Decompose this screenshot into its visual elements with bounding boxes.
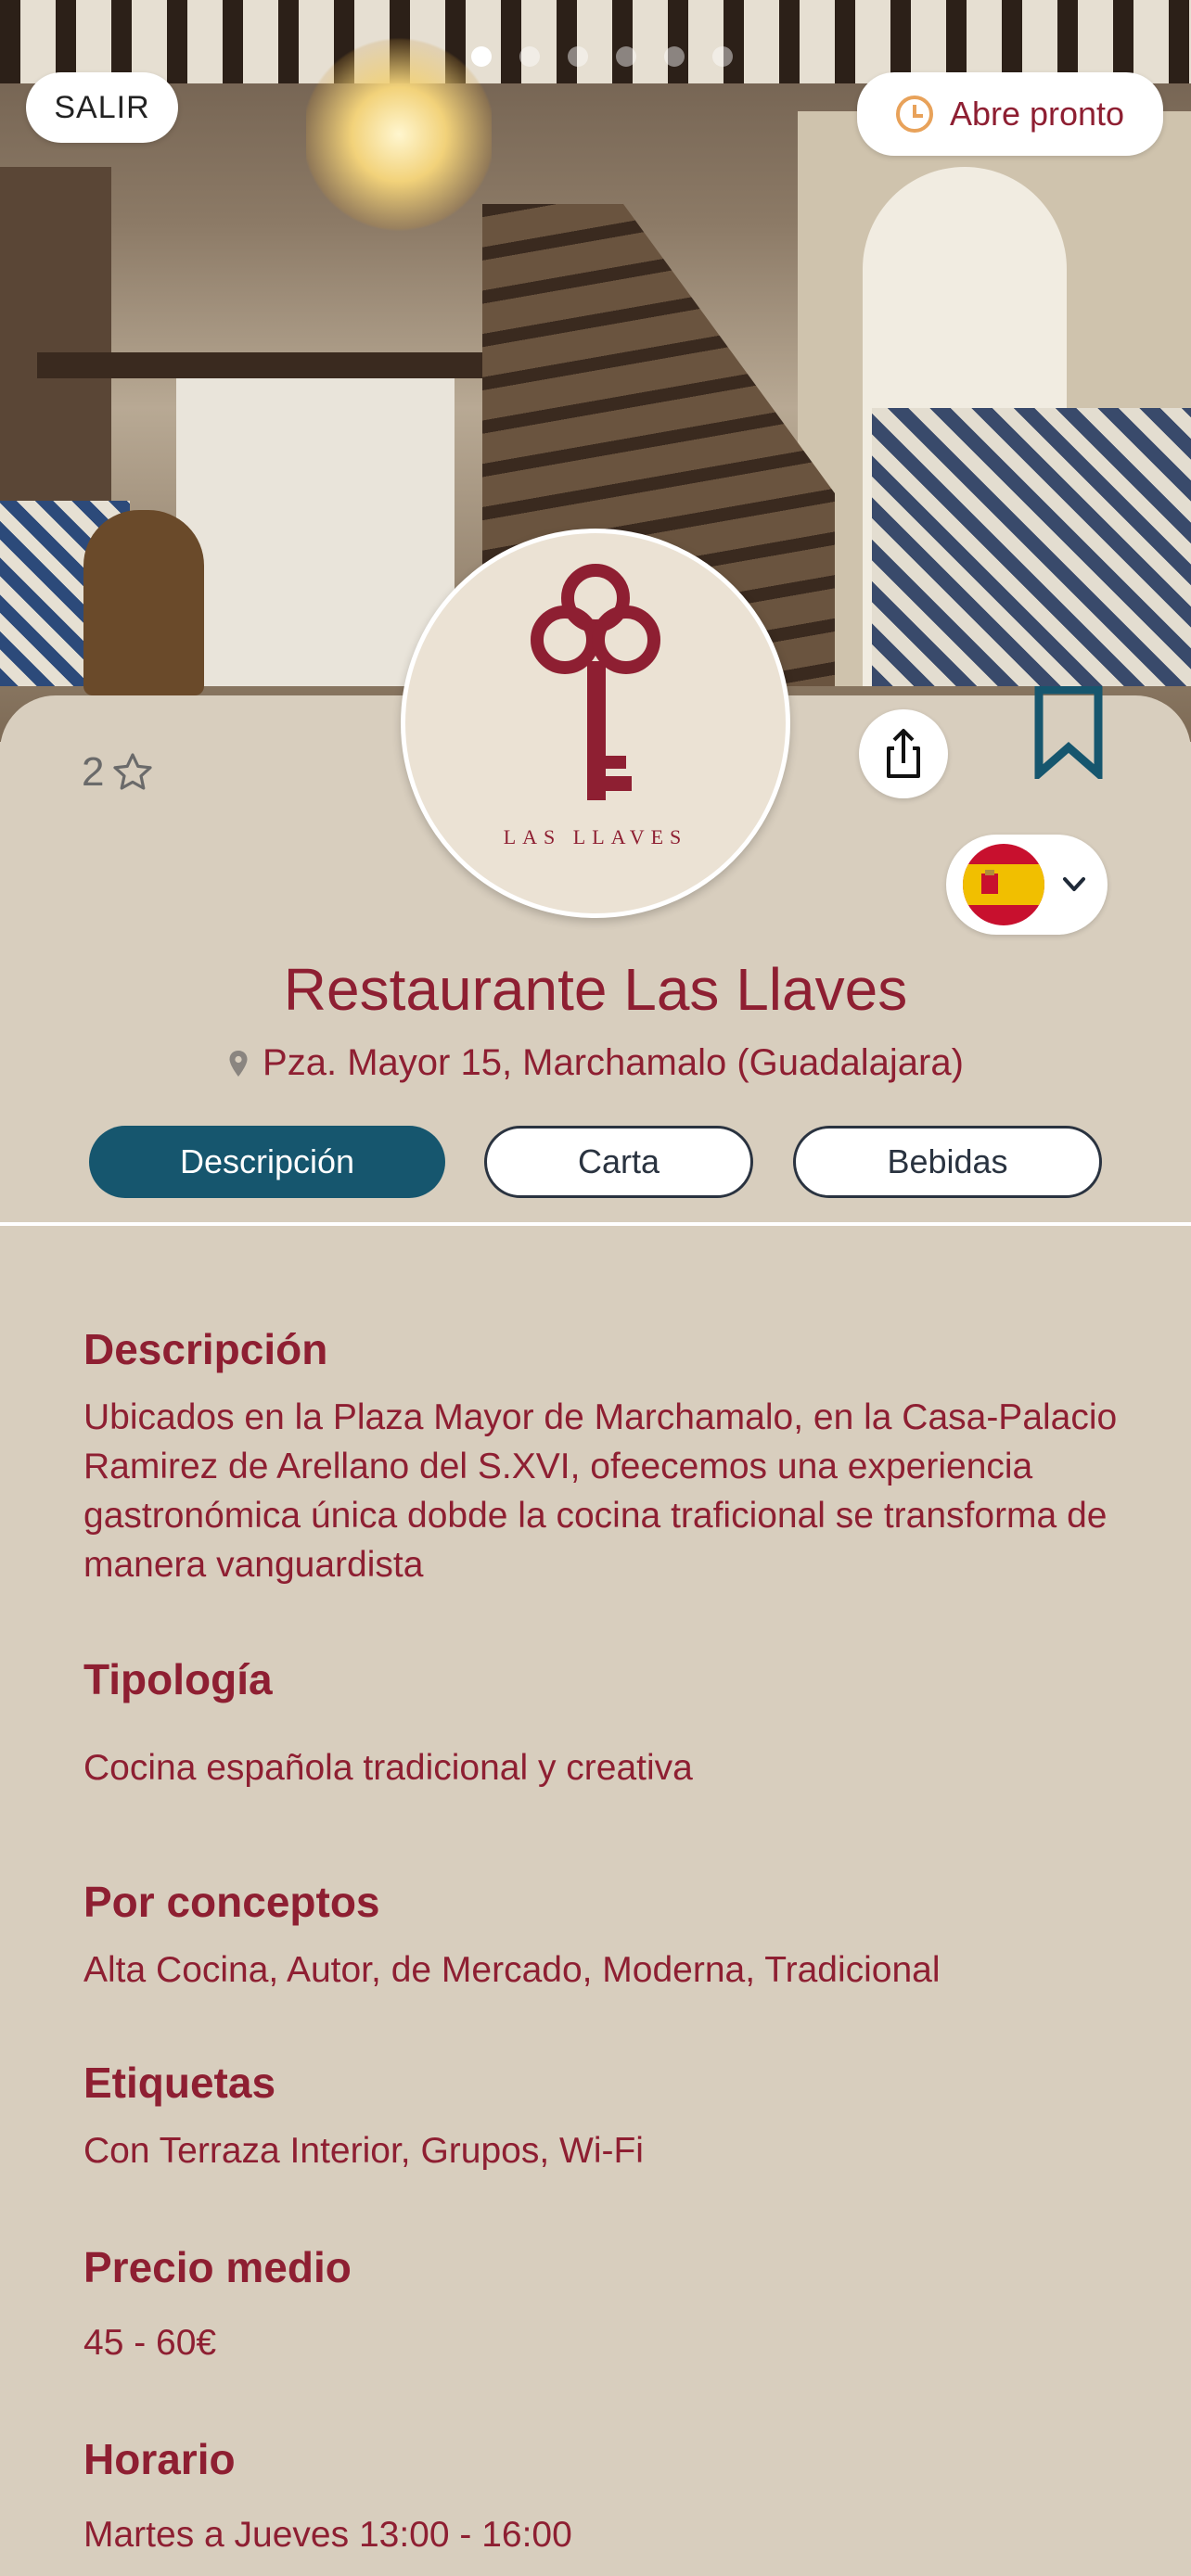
chevron-down-icon (1063, 877, 1085, 891)
address[interactable]: Pza. Mayor 15, Marchamalo (Guadalajara) (0, 1042, 1191, 1084)
tab-bebidas[interactable]: Bebidas (793, 1126, 1102, 1198)
photo-chandelier (306, 37, 492, 232)
price-text: 45 - 60€ (83, 2323, 217, 2363)
language-selector[interactable] (946, 835, 1108, 935)
section-title: Horario (83, 2435, 236, 2483)
spain-flag-icon (963, 844, 1044, 925)
restaurant-logo: LAS LLAVES (401, 529, 790, 918)
typology-text: Cocina española tradicional y creativa (83, 1748, 693, 1788)
section-title: Tipología (83, 1655, 273, 1703)
carousel-dot[interactable] (664, 46, 685, 67)
exit-button[interactable]: SALIR (26, 72, 178, 143)
divider (0, 1222, 1191, 1226)
section-title: Etiquetas (83, 2059, 276, 2107)
opening-status-label: Abre pronto (949, 95, 1125, 133)
rating[interactable]: 2 (82, 749, 156, 796)
section-title: Por conceptos (83, 1878, 380, 1926)
tab-descripcion[interactable]: Descripción (89, 1126, 445, 1198)
exit-button-label: SALIR (54, 89, 150, 125)
photo-statue (83, 510, 204, 695)
key-icon (531, 564, 660, 674)
carousel-dot[interactable] (712, 46, 733, 67)
typology-section: Tipología Cocina española tradicional y … (83, 1654, 1122, 1792)
section-title: Descripción (83, 1325, 328, 1373)
address-text: Pza. Mayor 15, Marchamalo (Guadalajara) (263, 1042, 964, 1083)
photo-tiles (872, 408, 1191, 686)
clock-icon (895, 96, 933, 133)
restaurant-name: Restaurante Las Llaves (283, 956, 908, 1023)
description-text: Ubicados en la Plaza Mayor de Marchamalo… (83, 1397, 1118, 1585)
photo-beam (37, 352, 482, 378)
carousel-indicator[interactable] (471, 46, 733, 67)
tab-label: Bebidas (887, 1142, 1008, 1180)
concepts-text: Alta Cocina, Autor, de Mercado, Moderna,… (83, 1950, 941, 1990)
photo-ceiling (0, 0, 1191, 83)
hours-text: Martes a Jueves 13:00 - 16:00 (83, 2515, 572, 2555)
tags-section: Etiquetas Con Terraza Interior, Grupos, … (83, 2058, 1122, 2175)
hours-section: Horario Martes a Jueves 13:00 - 16:00 (83, 2434, 1122, 2559)
carousel-dot[interactable] (519, 46, 540, 67)
description-section: Descripción Ubicados en la Plaza Mayor d… (83, 1324, 1122, 1589)
tab-carta[interactable]: Carta (484, 1126, 753, 1198)
carousel-dot[interactable] (471, 46, 492, 67)
tab-label: Descripción (179, 1142, 355, 1180)
location-pin-icon (229, 1050, 248, 1077)
logo-text: LAS LLAVES (504, 825, 688, 848)
bookmark-icon[interactable] (1033, 686, 1104, 779)
opening-status-button[interactable]: Abre pronto (857, 72, 1163, 156)
section-title: Precio medio (83, 2243, 352, 2291)
carousel-dot[interactable] (616, 46, 636, 67)
price-section: Precio medio 45 - 60€ (83, 2242, 1122, 2367)
carousel-dot[interactable] (568, 46, 588, 67)
concepts-section: Por conceptos Alta Cocina, Autor, de Mer… (83, 1877, 1122, 1995)
share-icon (887, 729, 920, 778)
share-button[interactable] (859, 709, 948, 798)
tags-text: Con Terraza Interior, Grupos, Wi-Fi (83, 2131, 644, 2171)
rating-value: 2 (82, 749, 105, 795)
star-icon (113, 753, 153, 790)
tab-label: Carta (577, 1142, 660, 1180)
